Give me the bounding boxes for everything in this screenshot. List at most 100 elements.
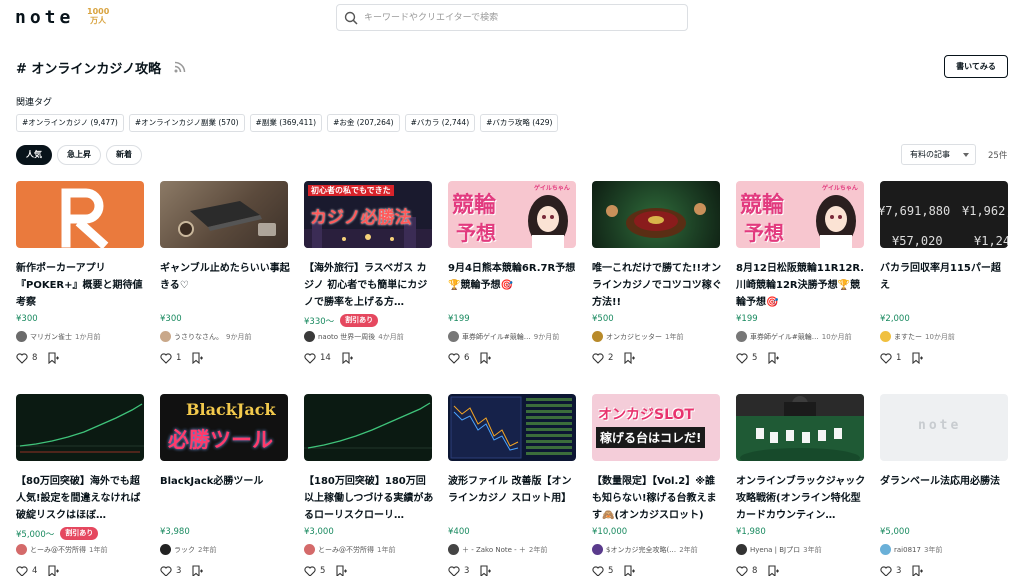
article-author[interactable]: naoto 世界一周後 4か月前 xyxy=(304,331,434,342)
article-title[interactable]: 【数量限定】【Vol.2】※誰も知らない!稼げる台教えます🙈(オンカジスロット) xyxy=(592,473,722,525)
filter-select[interactable]: 有料の記事 xyxy=(901,144,976,165)
note-logo[interactable]: note xyxy=(15,7,74,28)
search-input[interactable] xyxy=(364,9,682,27)
magazine-add-icon[interactable] xyxy=(335,565,348,576)
magazine-add-icon[interactable] xyxy=(47,565,60,576)
article-thumbnail[interactable]: note xyxy=(880,394,1008,461)
article-thumbnail[interactable] xyxy=(160,181,288,248)
article-title[interactable]: 波形ファイル 改善版【オンラインカジノ スロット用】 xyxy=(448,473,578,525)
magazine-add-icon[interactable] xyxy=(911,565,924,576)
heart-icon[interactable] xyxy=(880,352,892,364)
article-thumbnail[interactable] xyxy=(448,394,576,461)
heart-icon[interactable] xyxy=(448,565,460,576)
search-box[interactable] xyxy=(336,4,688,31)
article-title[interactable]: 新作ポーカーアプリ『POKER+』概要と期待値考察 xyxy=(16,260,146,312)
tag-chip[interactable]: #オンラインカジノ (9,477) xyxy=(16,114,124,132)
tag-chip[interactable]: #お金 (207,264) xyxy=(327,114,400,132)
article-title[interactable]: 唯一これだけで勝てた!!オンラインカジノでコツコツ稼ぐ方法!! xyxy=(592,260,722,312)
article-author[interactable]: $オンカジ完全攻略(… 2年前 xyxy=(592,544,722,555)
heart-icon[interactable] xyxy=(880,565,892,576)
magazine-add-icon[interactable] xyxy=(623,352,636,364)
author-name: rai0817 xyxy=(894,545,921,554)
heart-icon[interactable] xyxy=(304,352,316,364)
magazine-add-icon[interactable] xyxy=(341,352,353,364)
article-author[interactable]: Hyena | BJプロ 3年前 xyxy=(736,544,866,555)
heart-icon[interactable] xyxy=(160,565,172,576)
article-author[interactable]: マリガン雀士 1か月前 xyxy=(16,331,146,342)
tag-chip[interactable]: #バカラ (2,744) xyxy=(404,114,476,132)
post-time: 3年前 xyxy=(803,545,822,554)
author-name: $オンカジ完全攻略(… xyxy=(606,545,677,554)
heart-icon[interactable] xyxy=(16,352,28,364)
article-author[interactable]: うさりなさん。 9か月前 xyxy=(160,331,290,342)
article-title[interactable]: ダランベール法応用必勝法 xyxy=(880,473,1010,525)
heart-icon[interactable] xyxy=(736,352,748,364)
article-thumbnail[interactable]: 初心者の私でもできた カジノ必勝法 xyxy=(304,181,432,248)
article-title[interactable]: 【80万回突破】海外でも超人気!設定を間違えなければ破綻リスクはほぼ… xyxy=(16,473,146,525)
article-title[interactable]: 【海外旅行】ラスベガス カジノ 初心者でも簡単にカジノで勝率を上げる方… xyxy=(304,260,434,312)
tag-chip[interactable]: #オンラインカジノ副業 (570) xyxy=(128,114,245,132)
rss-icon[interactable] xyxy=(174,61,186,73)
sort-tab-trending[interactable]: 急上昇 xyxy=(57,145,101,165)
magazine-add-icon[interactable] xyxy=(191,565,204,576)
article-title[interactable]: ギャンブル止めたらいい事起きる♡ xyxy=(160,260,290,312)
price-row: ¥5,000 xyxy=(880,527,910,537)
article-author[interactable]: オンカジヒッター 1年前 xyxy=(592,331,722,342)
article-author[interactable]: ＋ - Zako Note - ＋ 2年前 xyxy=(448,544,578,555)
heart-icon[interactable] xyxy=(16,565,28,576)
magazine-add-icon[interactable] xyxy=(911,352,924,364)
sort-tab-new[interactable]: 新着 xyxy=(106,145,142,165)
article-thumbnail[interactable] xyxy=(16,181,144,248)
avatar xyxy=(16,331,27,342)
article-author[interactable]: 車券師ゲイル#競輪… 9か月前 xyxy=(448,331,578,342)
heart-icon[interactable] xyxy=(592,565,604,576)
article-author[interactable]: ますたー 10か月前 xyxy=(880,331,1010,342)
avatar xyxy=(448,331,459,342)
article-title[interactable]: 【180万回突破】180万回以上稼働しつづける実績があるローリスクローリ… xyxy=(304,473,434,525)
article-title[interactable]: BlackJack必勝ツール xyxy=(160,473,290,525)
tag-chip[interactable]: #バカラ攻略 (429) xyxy=(480,114,559,132)
magazine-add-icon[interactable] xyxy=(191,352,204,364)
article-thumbnail[interactable]: オンカジSLOT 稼げる台はコレだ! xyxy=(592,394,720,461)
heart-icon[interactable] xyxy=(304,565,316,576)
author-name: マリガン雀士 xyxy=(30,332,72,341)
article-thumbnail[interactable] xyxy=(16,394,144,461)
article-author[interactable]: ラック 2年前 xyxy=(160,544,290,555)
article-title[interactable]: 9月4日熊本競輪6R.7R予想🏆競輪予想🎯 xyxy=(448,260,578,312)
heart-icon[interactable] xyxy=(448,352,460,364)
article-thumbnail[interactable]: 競輪 予想 ゲイルちゃん xyxy=(736,181,864,248)
magazine-add-icon[interactable] xyxy=(47,352,60,364)
article-title[interactable]: バカラ回収率月115パー超え xyxy=(880,260,1010,312)
article-author[interactable]: rai0817 3年前 xyxy=(880,544,1010,555)
article-author[interactable]: とーみ@不労所得 1年前 xyxy=(304,544,434,555)
like-count: 6 xyxy=(464,353,470,363)
author-name: 車券師ゲイル#競輪… xyxy=(462,332,531,341)
magazine-add-icon[interactable] xyxy=(767,565,780,576)
article-author[interactable]: 車券師ゲイル#競輪… 10か月前 xyxy=(736,331,866,342)
sort-tab-popular[interactable]: 人気 xyxy=(16,145,52,165)
magazine-add-icon[interactable] xyxy=(623,565,636,576)
tag-chip[interactable]: #副業 (369,411) xyxy=(249,114,323,132)
heart-icon[interactable] xyxy=(736,565,748,576)
avatar xyxy=(160,544,171,555)
magazine-add-icon[interactable] xyxy=(479,352,492,364)
write-button[interactable]: 書いてみる xyxy=(944,55,1008,78)
article-thumbnail[interactable]: 競輪 予想 ゲイルちゃん xyxy=(448,181,576,248)
laptop-coffee-image xyxy=(178,201,276,237)
article-thumbnail[interactable] xyxy=(736,394,864,461)
article-author[interactable]: とーみ@不労所得 1年前 xyxy=(16,544,146,555)
heart-icon[interactable] xyxy=(592,352,604,364)
magazine-add-icon[interactable] xyxy=(479,565,492,576)
article-thumbnail[interactable]: ¥7,691,880 ¥1,962,248 ¥57,020 ¥1,240 xyxy=(880,181,1008,248)
heart-icon[interactable] xyxy=(160,352,172,364)
article-thumbnail[interactable] xyxy=(592,181,720,248)
article-title[interactable]: 8月12日松阪競輪11R12R.川崎競輪12R決勝予想🏆競輪予想🎯 xyxy=(736,260,866,312)
article-thumbnail[interactable]: BlackJack 必勝ツール xyxy=(160,394,288,461)
article-thumbnail[interactable] xyxy=(304,394,432,461)
article-title[interactable]: オンラインブラックジャック攻略戦術(オンライン特化型カードカウンティン… xyxy=(736,473,866,525)
magazine-add-icon[interactable] xyxy=(767,352,780,364)
price-row: ¥300 xyxy=(16,314,38,324)
article-actions: 8 xyxy=(736,565,780,576)
post-time: 4か月前 xyxy=(378,332,404,341)
result-count: 25件 xyxy=(988,151,1008,161)
